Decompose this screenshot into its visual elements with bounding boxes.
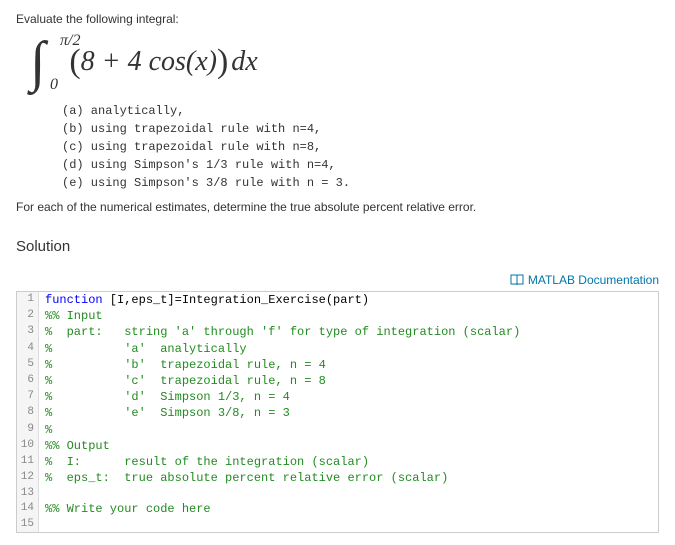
code-line: 3% part: string 'a' through 'f' for type… (17, 324, 658, 340)
line-number: 3 (17, 324, 39, 340)
integral-sign: ∫ π/2 0 (30, 34, 45, 90)
code-line: 14%% Write your code here (17, 501, 658, 517)
code-content: % 'c' trapezoidal rule, n = 8 (39, 373, 326, 389)
differential: dx (231, 46, 257, 77)
code-content: % 'e' Simpson 3/8, n = 3 (39, 405, 290, 421)
doc-link-label: MATLAB Documentation (528, 273, 659, 287)
line-number: 8 (17, 405, 39, 421)
line-number: 9 (17, 422, 39, 438)
code-content: function [I,eps_t]=Integration_Exercise(… (39, 292, 369, 308)
line-number: 15 (17, 517, 39, 532)
code-line: 7% 'd' Simpson 1/3, n = 4 (17, 389, 658, 405)
code-line: 4% 'a' analytically (17, 341, 658, 357)
line-number: 11 (17, 454, 39, 470)
code-line: 1function [I,eps_t]=Integration_Exercise… (17, 292, 658, 308)
integral-upper-limit: π/2 (60, 32, 80, 50)
line-number: 13 (17, 486, 39, 501)
close-paren: ) (217, 43, 228, 80)
integrand: (8 + 4 cos(x))dx (69, 43, 257, 81)
code-content: % I: result of the integration (scalar) (39, 454, 369, 470)
code-editor[interactable]: 1function [I,eps_t]=Integration_Exercise… (16, 291, 659, 533)
integral-symbol: ∫ (30, 31, 45, 93)
line-number: 5 (17, 357, 39, 373)
code-content: % 'd' Simpson 1/3, n = 4 (39, 389, 290, 405)
code-line: 2%% Input (17, 308, 658, 324)
integral-expression: ∫ π/2 0 (8 + 4 cos(x))dx (30, 34, 659, 90)
code-line: 12% eps_t: true absolute percent relativ… (17, 470, 658, 486)
code-content: %% Output (39, 438, 110, 454)
code-content: % part: string 'a' through 'f' for type … (39, 324, 520, 340)
code-content: %% Write your code here (39, 501, 211, 517)
code-line: 15 (17, 517, 658, 532)
code-content: % 'a' analytically (39, 341, 247, 357)
followup-instruction: For each of the numerical estimates, det… (16, 200, 659, 214)
line-number: 2 (17, 308, 39, 324)
code-line: 13 (17, 486, 658, 501)
code-content: % 'b' trapezoidal rule, n = 4 (39, 357, 326, 373)
line-number: 1 (17, 292, 39, 308)
line-number: 14 (17, 501, 39, 517)
code-line: 10%% Output (17, 438, 658, 454)
code-line: 11% I: result of the integration (scalar… (17, 454, 658, 470)
line-number: 10 (17, 438, 39, 454)
code-content: % (39, 422, 52, 438)
code-line: 5% 'b' trapezoidal rule, n = 4 (17, 357, 658, 373)
matlab-doc-link[interactable]: MATLAB Documentation (510, 273, 659, 287)
integrand-body: 8 + 4 cos(x) (81, 46, 217, 77)
code-line: 8% 'e' Simpson 3/8, n = 3 (17, 405, 658, 421)
subpart-list: (a) analytically, (b) using trapezoidal … (62, 102, 659, 192)
book-icon (510, 274, 524, 286)
code-content: % eps_t: true absolute percent relative … (39, 470, 448, 486)
line-number: 12 (17, 470, 39, 486)
line-number: 6 (17, 373, 39, 389)
line-number: 4 (17, 341, 39, 357)
doc-link-row: MATLAB Documentation (16, 273, 659, 289)
code-content (39, 517, 45, 532)
code-content: %% Input (39, 308, 103, 324)
integral-lower-limit: 0 (50, 76, 58, 94)
problem-prompt: Evaluate the following integral: (16, 12, 659, 26)
line-number: 7 (17, 389, 39, 405)
solution-heading: Solution (16, 238, 659, 255)
code-content (39, 486, 45, 501)
code-line: 6% 'c' trapezoidal rule, n = 8 (17, 373, 658, 389)
code-line: 9% (17, 422, 658, 438)
